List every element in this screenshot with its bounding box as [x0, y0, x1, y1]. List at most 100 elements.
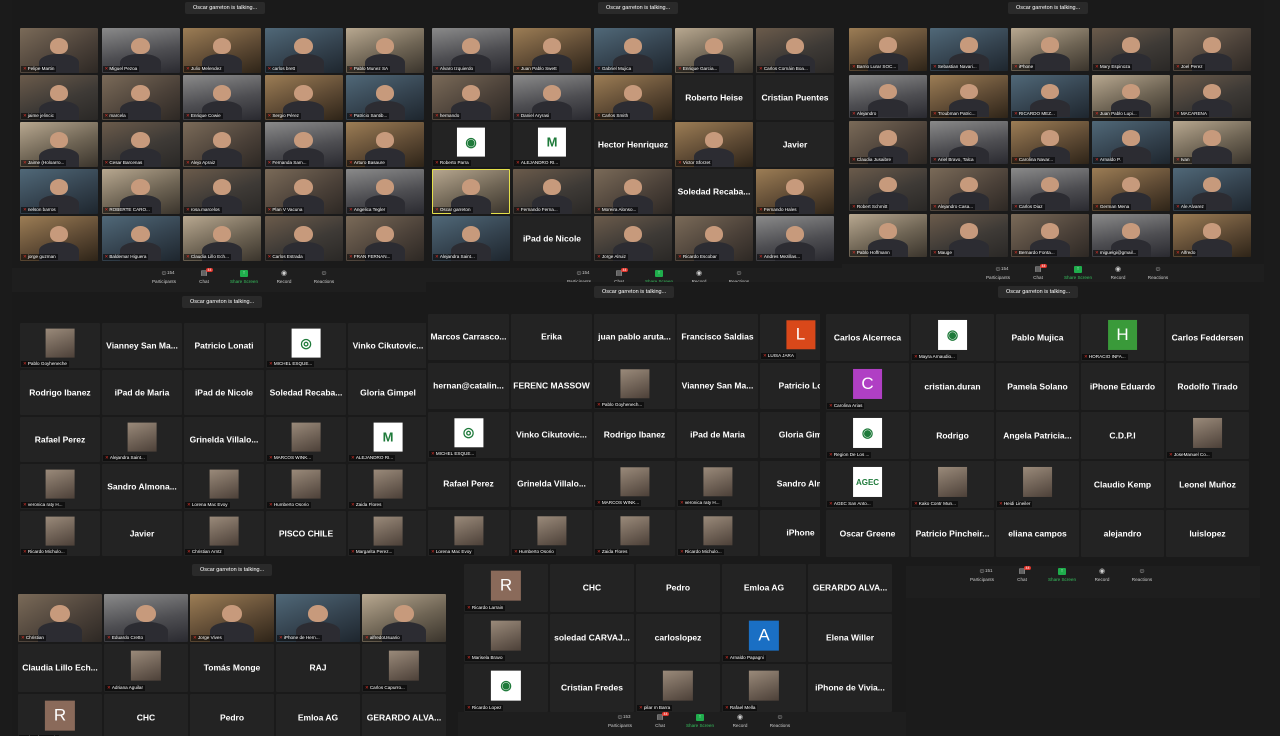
- participant-tile-carolina-arias[interactable]: C ✕Carolina Arias: [826, 363, 909, 410]
- participant-tile-kako-contr-mun[interactable]: ✕Kako Contr Mun...: [911, 461, 994, 508]
- participant-tile-carlos-corn-in-boa[interactable]: ✕Carlos Cornáin Boa...: [756, 28, 834, 73]
- participant-tile-zaida-flores[interactable]: ✕Zaida Flores: [594, 510, 675, 556]
- participant-tile-jorge-guzman[interactable]: ✕jorge guzman: [20, 216, 98, 261]
- participant-tile-patricio-pincheir[interactable]: Patricio Pincheir...: [911, 510, 994, 557]
- participant-tile-jorge-alruiz[interactable]: ✕Jorge Alruiz: [594, 216, 672, 261]
- participant-tile-angela-patricia[interactable]: Angela Patricia...: [996, 412, 1079, 459]
- participant-tile-hernando[interactable]: ✕hernando: [432, 75, 510, 120]
- participant-tile-francisco-saldias[interactable]: Francisco Saldias: [677, 314, 758, 360]
- participant-tile-hernan-catalin[interactable]: hernan@catalin...: [428, 363, 509, 409]
- participant-tile-alejandro[interactable]: ✕Alejandro: [849, 74, 927, 118]
- participant-tile-pamela-solano[interactable]: Pamela Solano: [996, 363, 1079, 410]
- chat-button[interactable]: ▤44Chat: [188, 268, 220, 284]
- participant-tile-ipad-de-nicole[interactable]: iPad de Nicole: [513, 216, 591, 261]
- participant-tile-ferenc-massow[interactable]: FERENC MASSOW: [511, 363, 592, 409]
- participant-tile-enrique-cowie[interactable]: ✕Enrique Cowie: [183, 75, 261, 120]
- participant-tile-elena-willer[interactable]: Elena Willer: [808, 614, 892, 662]
- participant-tile-ariel-bravo-talca[interactable]: ✕Ariel Bravo, Talca: [930, 121, 1008, 164]
- participant-tile-ipad-de-maria[interactable]: iPad de Maria: [677, 412, 758, 458]
- participant-tile-alejandra-saint[interactable]: ✕Alejandra Saint...: [102, 417, 182, 462]
- participant-tile-pablo-hoffmann[interactable]: ✕Pablo Hoffmann: [849, 214, 927, 257]
- participant-tile-ipad-de-maria[interactable]: iPad de Maria: [102, 370, 182, 415]
- participant-tile-ricardo-mez[interactable]: ✕RICARDO MEZ...: [1011, 74, 1089, 118]
- record-button[interactable]: ◉ Record: [724, 714, 756, 728]
- participant-tile-rosa-marcelos[interactable]: ✕rosa.marcelos: [183, 169, 261, 214]
- participant-tile-barrio-lurar-soc[interactable]: ✕Barrio Lurar SOC...: [849, 28, 927, 71]
- chat-button[interactable]: ▤44Chat: [1006, 566, 1038, 582]
- participant-tile-ale-alvarez[interactable]: ✕Ale Alvarez: [1173, 167, 1251, 211]
- participant-tile-sebastian-navari[interactable]: ✕Sebastian Navari...: [930, 28, 1008, 71]
- share-screen-button[interactable]: ↑ Share Screen: [228, 270, 260, 284]
- participant-tile-region-de-los[interactable]: ◉ ✕Region De Los ...: [826, 412, 909, 459]
- participant-tile-ricardo-michulo[interactable]: ✕Ricardo Michulo...: [677, 510, 758, 556]
- participant-tile-vianney-san-ma[interactable]: Vianney San Ma...: [677, 363, 758, 409]
- participant-tile-joel-perez[interactable]: ✕Joel Perez: [1173, 28, 1251, 71]
- participant-tile-gerardo-alva[interactable]: GERARDO ALVA...: [362, 694, 446, 736]
- participant-tile-adriana-aguilar[interactable]: ✕Adriana Aguilar: [104, 644, 188, 692]
- participant-tile-alejandro-ri[interactable]: M ✕ALEJANDRO RI...: [348, 417, 426, 462]
- participant-tile-alvaro-izquierdo[interactable]: ✕Alvaro Izquierdo: [432, 28, 510, 73]
- participant-tile-pablo-munez-sa[interactable]: ✕Pablo Munez SA: [346, 28, 424, 73]
- participant-tile-ricardo-lopez[interactable]: ◉ ✕Ricardo Lopez: [464, 664, 548, 712]
- participant-tile-soledad-recaba[interactable]: Soledad Recaba...: [266, 370, 346, 415]
- participant-tile-carlos-smith[interactable]: ✕Carlos Smith: [594, 75, 672, 120]
- participant-tile-alejandra-saint[interactable]: ✕Alejandra Saint...: [432, 216, 510, 261]
- participant-tile-oscar-garreton[interactable]: ✕Oscar garreton: [432, 169, 510, 214]
- participant-tile-alfredousuario[interactable]: ✕alfredoUsuario: [362, 594, 446, 642]
- participant-tile-hector-henriquez[interactable]: Hector Henriquez: [594, 122, 672, 167]
- participant-tile-cristian-fredes[interactable]: Cristian Fredes: [550, 664, 634, 712]
- participant-tile-claudia-lillo-ech[interactable]: ✕Claudia Lillo Ech...: [183, 216, 261, 261]
- participant-tile-roberto-parra[interactable]: ◉ ✕Roberto Parra: [432, 122, 510, 167]
- record-button[interactable]: ◉ Record: [268, 270, 300, 284]
- participant-tile-raj[interactable]: RAJ: [276, 644, 360, 692]
- participant-tile-rafael-mella[interactable]: ✕Rafael Mella: [722, 664, 806, 712]
- participant-tile-michel-esque[interactable]: ◎ ✕MICHEL ESQUE...: [428, 412, 509, 458]
- participant-tile-luisa-jara[interactable]: L ✕LUISA JARA: [760, 314, 820, 360]
- participant-tile-marcos-wink[interactable]: ✕MARCOS WINK...: [266, 417, 346, 462]
- participant-tile-ricardo-escobar[interactable]: ✕Ricardo Escobar: [675, 216, 753, 261]
- participant-tile-fernando-ferna[interactable]: ✕Fernando Ferna...: [513, 169, 591, 214]
- participant-tile-fernando-hales[interactable]: ✕Fernando Hales: [756, 169, 834, 214]
- participant-tile-tom-s-monge[interactable]: Tomás Monge: [190, 644, 274, 692]
- participant-tile-mauge[interactable]: ✕Mauge: [930, 214, 1008, 257]
- participant-tile-arnaldo-p[interactable]: ✕Arnaldo P.: [1092, 121, 1170, 164]
- participant-tile-carlos-feddersen[interactable]: Carlos Feddersen: [1166, 314, 1249, 361]
- participant-tile-rodrigo[interactable]: Rodrigo: [911, 412, 994, 459]
- participants-button[interactable]: ☺154Participants: [982, 266, 1014, 280]
- participant-tile-carlos-diaz[interactable]: ✕Carlos Diaz: [1011, 167, 1089, 211]
- participant-tile-javier[interactable]: Javier: [756, 122, 834, 167]
- participant-tile-rodrigo-ibanez[interactable]: Rodrigo Ibanez: [594, 412, 675, 458]
- participant-tile-vinko-cikutovic[interactable]: Vinko Cikutovic...: [511, 412, 592, 458]
- participant-tile-iphone[interactable]: ✕iPhone: [1011, 28, 1089, 71]
- chat-button[interactable]: ▤44Chat: [1022, 264, 1054, 280]
- participant-tile-eduardo-cretto[interactable]: ✕Eduardo Cretto: [104, 594, 188, 642]
- participant-tile-miguelgi-gmail[interactable]: ✕miguelgi@gmail...: [1092, 214, 1170, 257]
- participant-tile-pedro[interactable]: Pedro: [636, 564, 720, 612]
- participant-tile-eliana-campos[interactable]: eliana campos: [996, 510, 1079, 557]
- participant-tile-pedro[interactable]: Pedro: [190, 694, 274, 736]
- participant-tile-c-d-p-i[interactable]: C.D.P.I: [1081, 412, 1164, 459]
- participant-tile-margarita-perez[interactable]: ✕Margarita Perez...: [348, 511, 426, 556]
- participant-tile-michel-esque[interactable]: ◎ ✕MICHEL ESQUE...: [266, 323, 346, 368]
- participant-tile-pisco-chile[interactable]: PISCO CHILE: [266, 511, 346, 556]
- participants-button[interactable]: ☺ 151 Participants: [966, 568, 998, 582]
- participant-tile-jaime-holoarro[interactable]: ✕Jaime (Holoarro...: [20, 122, 98, 167]
- participant-tile-pablo-goyheneche[interactable]: ✕Pablo Goyheneche: [20, 323, 100, 368]
- participant-tile-gerardo-alva[interactable]: GERARDO ALVA...: [808, 564, 892, 612]
- participant-tile-lorena-mac-evoy[interactable]: ✕Lorena Mac Evoy: [428, 510, 509, 556]
- participant-tile-carlos-estrada[interactable]: ✕Carlos Estrada: [264, 216, 343, 261]
- participant-tile-iphone-de-vivia[interactable]: iPhone de Vivia...: [808, 664, 892, 712]
- participant-tile-grinelda-villalo[interactable]: Grinelda Villalo...: [511, 461, 592, 507]
- participant-tile-marcela[interactable]: ✕marcela: [101, 75, 180, 120]
- participant-tile-humberto-osorio[interactable]: ✕Humberto Osorio: [266, 464, 346, 509]
- participant-tile-ricardo-michulo[interactable]: ✕Ricardo Michulo...: [20, 511, 100, 556]
- participant-tile-rodolfo-tirado[interactable]: Rodolfo Tirado: [1166, 363, 1249, 410]
- participant-tile-agec-san-anto[interactable]: AGEC ✕AGEC San Anto...: [826, 461, 909, 508]
- participant-tile-javier[interactable]: Javier: [102, 511, 182, 556]
- participant-tile-troubman-patric[interactable]: ✕Troubman Patric...: [930, 74, 1008, 118]
- participant-tile-macarena[interactable]: ✕MACARENA: [1173, 74, 1251, 118]
- participant-tile-emloa-ag[interactable]: Emloa AG: [722, 564, 806, 612]
- participant-tile-christian[interactable]: ✕Christian: [18, 594, 102, 642]
- participant-tile-soledad-recaba[interactable]: Soledad Recaba...: [675, 169, 753, 214]
- participant-tile-mary-espinoza[interactable]: ✕Mary Espinoza: [1092, 28, 1170, 71]
